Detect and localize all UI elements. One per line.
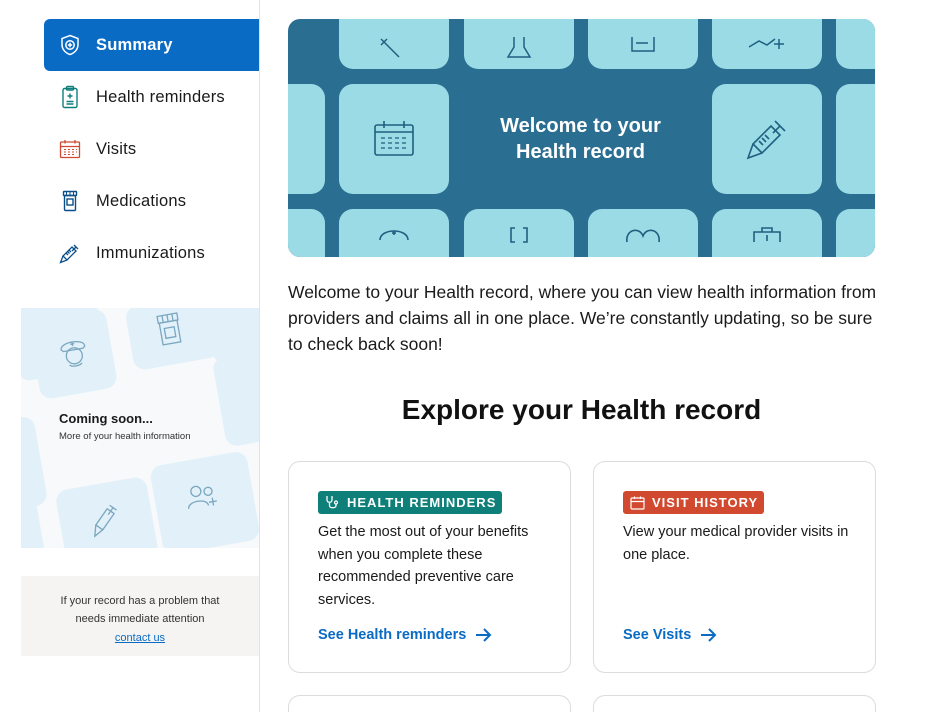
- arrow-right-icon: [476, 628, 492, 642]
- visit-history-card: VISIT HISTORY View your medical provider…: [593, 461, 876, 673]
- problem-text-line1: If your record has a problem that: [60, 595, 220, 607]
- link-label: See Visits: [623, 627, 692, 643]
- shield-plus-icon: [58, 33, 82, 57]
- briefcase-icon: [712, 209, 822, 257]
- calendar-icon: [339, 84, 449, 194]
- coming-soon-title: Coming soon...: [59, 411, 153, 426]
- stethoscope-icon: [326, 496, 339, 509]
- badge-label: HEALTH REMINDERS: [347, 495, 497, 510]
- coming-soon-card: Coming soon... More of your health infor…: [21, 308, 259, 548]
- people-icon-tile: [148, 450, 259, 548]
- microscope-icon: [464, 19, 574, 69]
- nurse-icon-tile: [27, 308, 119, 401]
- health-reminders-badge: HEALTH REMINDERS: [318, 491, 503, 514]
- clipboard-icon: [58, 85, 82, 109]
- sidebar-item-summary[interactable]: Summary: [44, 19, 259, 71]
- nurse-icon: [339, 209, 449, 257]
- syringe-icon: [54, 475, 160, 548]
- problem-notice: If your record has a problem that needs …: [21, 576, 259, 656]
- sidebar-item-label: Medications: [96, 191, 187, 210]
- arrow-right-icon: [701, 628, 717, 642]
- link-label: See Health reminders: [318, 627, 467, 643]
- sidebar-item-immunizations[interactable]: Immunizations: [44, 227, 259, 279]
- visit-history-badge: VISIT HISTORY: [623, 491, 765, 514]
- see-visits-link[interactable]: See Visits: [623, 627, 717, 643]
- calendar-icon: [630, 496, 645, 510]
- card-partial: [288, 695, 571, 712]
- intro-text: Welcome to your Health record, where you…: [288, 282, 877, 354]
- hero-title-line1: Welcome to your: [500, 115, 661, 137]
- syringe-icon: [712, 84, 822, 194]
- badge-label: VISIT HISTORY: [652, 495, 759, 510]
- coming-soon-text: Coming soon... More of your health infor…: [59, 411, 190, 442]
- card-description: View your medical provider visits in one…: [623, 524, 849, 563]
- health-chart-icon: [712, 19, 822, 69]
- frame-icon: [464, 209, 574, 257]
- sidebar-item-label: Immunizations: [96, 243, 205, 262]
- problem-text-line2: needs immediate attention: [75, 613, 205, 625]
- sidebar-item-medications[interactable]: Medications: [44, 175, 259, 227]
- health-reminders-card: HEALTH REMINDERS Get the most out of you…: [288, 461, 571, 673]
- calendar-icon: [58, 137, 82, 161]
- syringe-icon: [58, 241, 82, 265]
- sidebar-item-label: Summary: [96, 35, 173, 54]
- sidebar-item-health-reminders[interactable]: Health reminders: [44, 71, 259, 123]
- sidebar-item-label: Health reminders: [96, 87, 225, 106]
- hero-title: Welcome to your Health record: [468, 113, 693, 165]
- card-description: Get the most out of your benefits when y…: [318, 524, 529, 608]
- coming-soon-subtitle: More of your health information: [59, 431, 191, 442]
- sidebar-item-visits[interactable]: Visits: [44, 123, 259, 175]
- hero-title-line2: Health record: [516, 141, 645, 163]
- sidebar-item-label: Visits: [96, 139, 137, 158]
- section-title: Explore your Health record: [401, 394, 762, 425]
- card-partial: [593, 695, 876, 712]
- sidebar: Summary Health reminders Visits Medicati…: [0, 0, 259, 712]
- hero-banner: Welcome to your Health record: [288, 19, 875, 257]
- pill-bottle-icon: [58, 189, 82, 213]
- heart-icon: [588, 209, 698, 257]
- contact-us-link[interactable]: contact us: [115, 632, 165, 644]
- sidebar-divider: [259, 0, 260, 712]
- see-health-reminders-link[interactable]: See Health reminders: [318, 627, 492, 643]
- document-icon: [588, 19, 698, 69]
- syringe-icon: [339, 19, 449, 69]
